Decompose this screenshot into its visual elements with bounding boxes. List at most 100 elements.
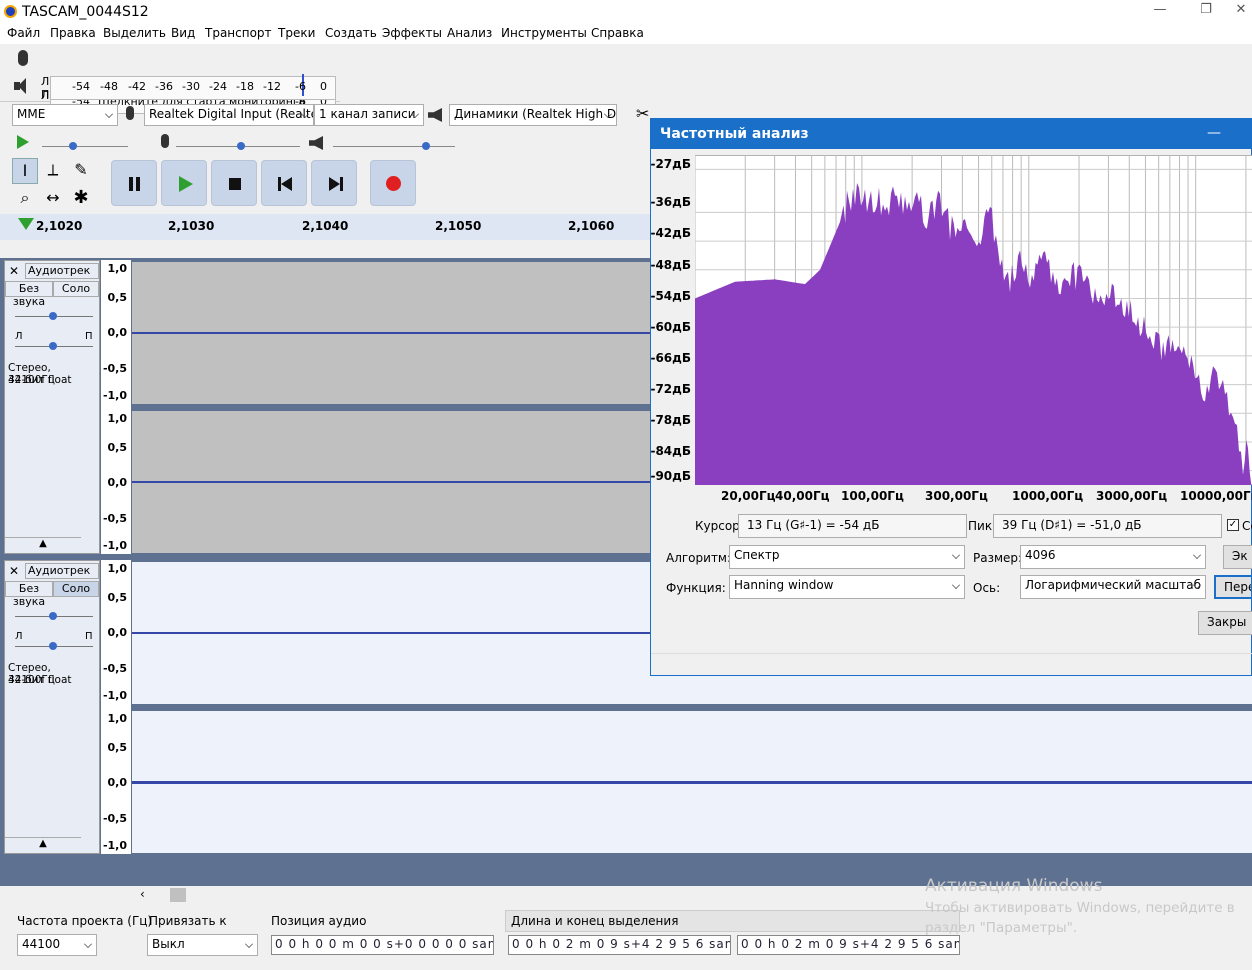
selection-tool-icon[interactable]: I [12,158,38,184]
menu-analyze[interactable]: Анализ [447,26,492,40]
play-at-speed-icon[interactable] [17,135,29,149]
track1-scale-top-2: 0,0 [107,326,128,339]
recording-channels-select[interactable]: 1 канал записи [314,104,424,126]
window-title: TASCAM_0044S12 [22,4,149,20]
menu-generate[interactable]: Создать [325,26,377,40]
track1-solo-button[interactable]: Соло [53,281,99,297]
track1-pan-r: П [85,331,93,342]
track1-scale-top-3: -0,5 [102,362,127,375]
menu-transport[interactable]: Транспорт [205,26,272,40]
close-button[interactable]: ✕ [1230,2,1252,22]
grids-checkbox[interactable]: ✓ [1227,519,1239,531]
snap-to-select[interactable]: Выкл [147,934,258,956]
track1-gain-thumb[interactable] [49,312,57,320]
project-rate-select[interactable]: 44100 [17,934,97,956]
menu-view[interactable]: Вид [171,26,195,40]
selection-end-field[interactable]: 0 0 h 0 2 m 0 9 s+4 2 9 5 6 samples [737,935,960,955]
track2-pan-thumb[interactable] [49,642,57,650]
activation-watermark-line2: Чтобы активировать Windows, перейдите в [925,900,1235,916]
play-speed-slider[interactable] [42,146,128,147]
scroll-left-icon[interactable]: ‹ [140,887,145,901]
pause-icon [129,177,133,191]
track1-control-panel[interactable]: ✕ Аудиотрек Без звука Соло Л П Стерео, 4… [4,260,100,554]
playback-device-select[interactable]: Динамики (Realtek High D [449,104,617,126]
record-button[interactable] [370,160,416,206]
track2-collapse-button[interactable]: ▲ [5,837,81,853]
play-scale-5: -24 [209,80,227,93]
recording-device-select[interactable]: Realtek Digital Input (Realte [144,104,314,126]
playback-volume-thumb[interactable] [422,142,430,150]
zoom-tool-icon[interactable]: ⌕ [12,186,38,212]
track2-close-button[interactable]: ✕ [9,564,19,578]
track2-name-menu[interactable]: Аудиотрек [25,563,99,579]
menu-file[interactable]: Файл [7,26,40,40]
function-select[interactable]: Hanning window [729,575,965,599]
snap-to-label: Привязать к [149,914,227,928]
playback-volume-icon [309,136,323,150]
size-value: 4096 [1025,548,1056,562]
spectrum-plot[interactable] [695,155,1252,485]
playback-volume-slider[interactable] [333,146,455,147]
timeline-play-icon[interactable] [18,218,34,230]
audio-position-field[interactable]: 0 0 h 0 0 m 0 0 s+0 0 0 0 0 samples [271,935,494,955]
playback-device-value: Динамики (Realtek High D [454,107,617,121]
minimize-button[interactable]: — [1145,2,1175,22]
track2-scale-top-0: 1,0 [107,562,128,575]
y-label-4: -54дБ [650,289,691,303]
stop-button[interactable] [211,160,257,206]
selection-start-field[interactable]: 0 0 h 0 2 m 0 9 s+4 2 9 5 6 samples [508,935,731,955]
track2-mute-button[interactable]: Без звука [5,581,53,608]
track2-scale-bot-3: -0,5 [102,812,127,825]
track1-close-button[interactable]: ✕ [9,264,19,278]
track1-name: Аудиотрек [28,264,91,277]
track1-collapse-button[interactable]: ▲ [5,537,81,553]
ruler-label-3: 2,1050 [435,219,482,233]
track2-gain-thumb[interactable] [49,612,57,620]
axis-value: Логарифмический масштаб [1025,578,1202,592]
speaker-icon[interactable] [12,76,34,96]
skip-start-button[interactable] [261,160,307,206]
track2-info-bits: 32-бит float [8,674,72,686]
audio-host-select[interactable]: MME [12,104,118,126]
envelope-tool-icon[interactable]: ⟂ [40,158,66,184]
scroll-thumb[interactable] [170,888,186,902]
draw-tool-icon[interactable]: ✎ [68,158,94,184]
export-button[interactable]: Эк [1223,545,1252,569]
play-scale-1: -48 [100,80,118,93]
dialog-close-button[interactable]: Закры [1198,611,1252,635]
y-label-8: -78дБ [650,413,691,427]
algorithm-select[interactable]: Спектр [729,545,965,569]
play-scale-2: -42 [128,80,146,93]
axis-select[interactable]: Логарифмический масштаб [1020,575,1206,599]
track2-name: Аудиотрек [28,564,91,577]
dialog-minimize-button[interactable]: — [1207,125,1221,141]
record-volume-thumb[interactable] [237,142,245,150]
pause-button[interactable] [111,160,157,206]
track1-scale-bot-4: -1,0 [102,539,127,552]
track1-name-menu[interactable]: Аудиотрек [25,263,99,279]
skip-end-button[interactable] [311,160,357,206]
grids-label: Се [1242,519,1252,533]
microphone-icon[interactable] [18,50,28,66]
recording-channels-value: 1 канал записи [319,107,416,121]
track1-mute-button[interactable]: Без звука [5,281,53,308]
track2-control-panel[interactable]: ✕ Аудиотрек Без звука Соло Л П Стерео, 4… [4,560,100,854]
play-meter-r: П [41,88,50,101]
play-speed-thumb[interactable] [69,142,77,150]
menu-help[interactable]: Справка [591,26,644,40]
track1-pan-thumb[interactable] [49,342,57,350]
menu-tools[interactable]: Инструменты [501,26,587,40]
menu-effects[interactable]: Эффекты [382,26,442,40]
menu-tracks[interactable]: Треки [278,26,315,40]
size-select[interactable]: 4096 [1020,545,1206,569]
menu-select[interactable]: Выделить [103,26,166,40]
menu-edit[interactable]: Правка [50,26,96,40]
play-button[interactable] [161,160,207,206]
track1-wave-line-left [132,332,652,334]
play-scale-3: -36 [155,80,173,93]
replot-button[interactable]: Пере [1214,575,1252,599]
restore-button[interactable]: ❐ [1191,2,1221,22]
multi-tool-icon[interactable]: ✱ [68,186,94,212]
track2-solo-button[interactable]: Соло [53,581,99,597]
timeshift-tool-icon[interactable]: ↔ [40,186,66,212]
